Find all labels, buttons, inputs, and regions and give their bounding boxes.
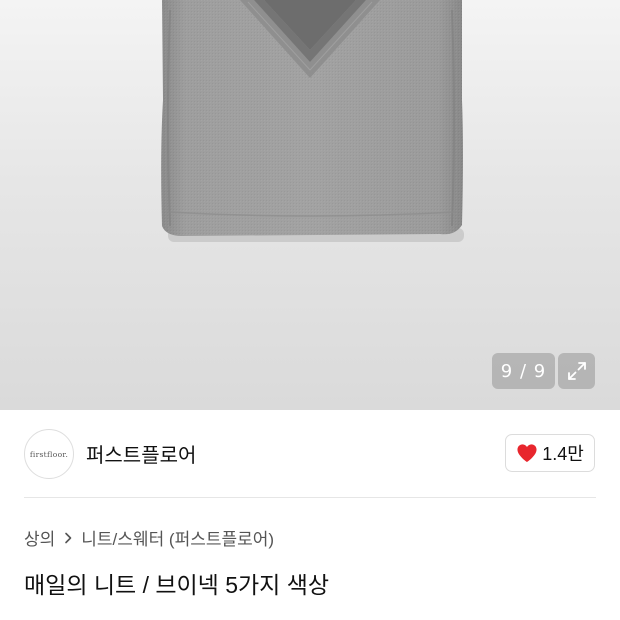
brand-logo[interactable]: firstfloor. (24, 429, 74, 479)
product-title: 매일의 니트 / 브이넥 5가지 색상 (24, 572, 330, 598)
divider (24, 497, 596, 498)
heart-icon (517, 444, 537, 463)
like-button[interactable]: 1.4만 (505, 434, 595, 472)
breadcrumb-subcategory[interactable]: 니트/스웨터 (퍼스트플로어) (81, 525, 274, 550)
like-count: 1.4만 (542, 444, 584, 464)
image-counter: 9 / 9 (492, 353, 555, 389)
expand-image-button[interactable] (558, 353, 595, 389)
product-photo (161, 0, 464, 242)
brand-name[interactable]: 퍼스트플로어 (86, 439, 196, 468)
product-image-gallery[interactable]: 9 / 9 (0, 0, 620, 410)
brand-logo-text: firstfloor. (29, 449, 69, 459)
breadcrumb: 상의 니트/스웨터 (퍼스트플로어) (24, 525, 274, 550)
brand-row: firstfloor. 퍼스트플로어 1.4만 (0, 410, 620, 498)
breadcrumb-category[interactable]: 상의 (24, 525, 55, 550)
expand-arrows-icon (567, 362, 586, 380)
chevron-right-icon (64, 532, 72, 544)
